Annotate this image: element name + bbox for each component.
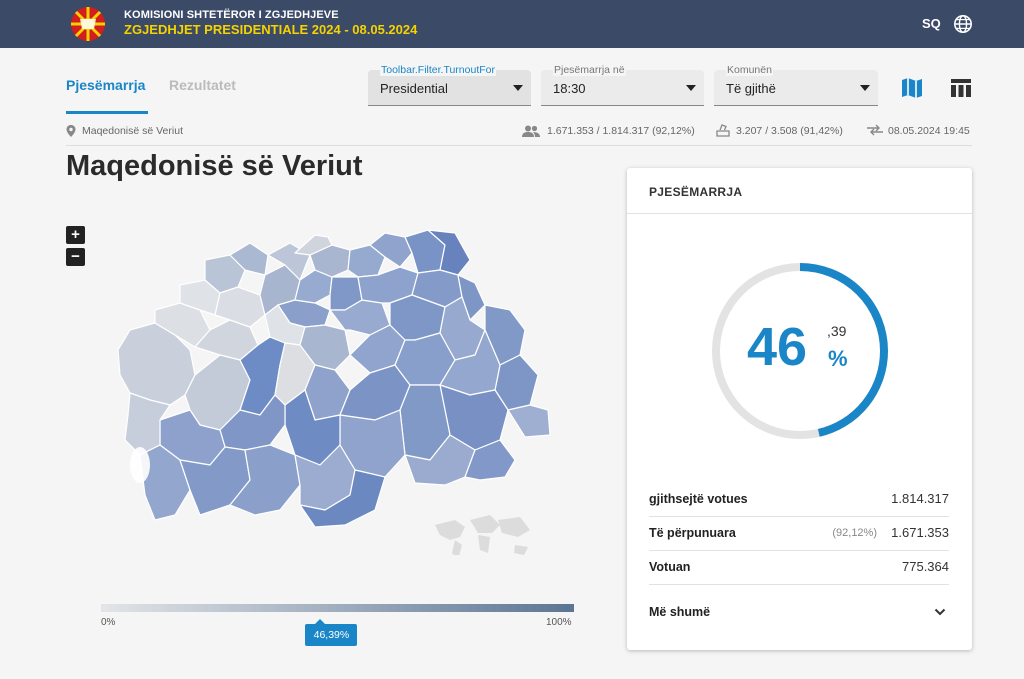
- municipality-value: Të gjithë: [726, 81, 776, 96]
- sync-arrows-icon: [867, 124, 883, 136]
- scale-current-marker: 46,39%: [305, 619, 358, 646]
- org-name: KOMISIONI SHTETËROR I ZGJEDHJEVE: [124, 9, 339, 21]
- world-minimap-icon[interactable]: [435, 515, 530, 555]
- stat-label: Votuan: [649, 560, 691, 574]
- map-view-icon[interactable]: [900, 76, 924, 100]
- election-name: ZGJEDHJET PRESIDENTIALE 2024 - 08.05.202…: [124, 22, 418, 37]
- chevron-down-icon[interactable]: [934, 607, 946, 617]
- turnout-time-label: Pjesëmarrja në: [553, 64, 626, 76]
- dropdown-caret-icon: [860, 85, 870, 91]
- ballot-box-icon: [716, 124, 730, 137]
- turnout-for-label: Toolbar.Filter.TurnoutFor: [380, 64, 496, 76]
- turnout-for-select[interactable]: Toolbar.Filter.TurnoutFor Presidential: [368, 64, 531, 106]
- turnout-percent-decimal: ,39: [827, 323, 847, 339]
- municipality-label: Komunën: [726, 64, 773, 76]
- zoom-out-button[interactable]: −: [66, 248, 85, 266]
- stat-row-voted: Votuan 775.364: [649, 551, 949, 585]
- map-region[interactable]: [214, 286, 266, 328]
- breadcrumb: Maqedonisë së Veriut: [82, 125, 183, 137]
- stat-value: 1.671.353: [891, 525, 949, 540]
- map-region[interactable]: [507, 404, 551, 438]
- divider: [66, 145, 972, 146]
- turnout-percent-sign: %: [828, 346, 848, 371]
- last-updated: 08.05.2024 19:45: [888, 125, 970, 137]
- turnout-card: PJESËMARRJA 46 ,39 % gjithsejtë votues 1…: [627, 168, 972, 650]
- dropdown-caret-icon: [686, 85, 696, 91]
- dropdown-caret-icon: [513, 85, 523, 91]
- scale-max-label: 100%: [546, 617, 572, 628]
- stat-sub-value: (92,12%): [832, 527, 877, 539]
- show-more-button[interactable]: Më shumë: [649, 605, 710, 619]
- turnout-percent-integer: 46: [747, 317, 808, 377]
- lake-shape: [130, 447, 150, 483]
- stat-label: gjithsejtë votues: [649, 492, 748, 506]
- language-selector[interactable]: SQ: [922, 16, 941, 31]
- turnout-time-select[interactable]: Pjesëmarrja në 18:30: [541, 64, 704, 106]
- stat-row-processed: Të përpunuara (92,12%) 1.671.353: [649, 517, 949, 551]
- location-pin-icon: [66, 125, 76, 137]
- stat-row-total-voters: gjithsejtë votues 1.814.317: [649, 483, 949, 517]
- card-title: PJESËMARRJA: [649, 185, 743, 199]
- top-bar: KOMISIONI SHTETËROR I ZGJEDHJEVE ZGJEDHJ…: [0, 0, 1024, 48]
- turnout-for-value: Presidential: [380, 81, 448, 96]
- zoom-in-button[interactable]: +: [66, 226, 85, 244]
- stat-label: Të përpunuara: [649, 526, 736, 540]
- voters-icon: [522, 125, 540, 137]
- scale-min-label: 0%: [101, 617, 116, 628]
- stat-value: 1.814.317: [891, 491, 949, 506]
- divider: [627, 213, 972, 214]
- polling-stations-stat: 3.207 / 3.508 (91,42%): [736, 125, 843, 137]
- municipality-select[interactable]: Komunën Të gjithë: [714, 64, 878, 106]
- state-emblem-logo[interactable]: [66, 5, 110, 43]
- table-view-icon[interactable]: [949, 76, 973, 100]
- globe-icon[interactable]: [953, 14, 973, 34]
- tab-results[interactable]: Rezultatet: [169, 77, 236, 93]
- voters-processed-stat: 1.671.353 / 1.814.317 (92,12%): [547, 125, 695, 137]
- active-tab-indicator: [66, 111, 148, 114]
- page-title: Maqedonisë së Veriut: [66, 150, 363, 182]
- turnout-choropleth-map[interactable]: [100, 215, 580, 555]
- stat-value: 775.364: [902, 559, 949, 574]
- turnout-color-scale: [101, 604, 574, 612]
- tab-turnout[interactable]: Pjesëmarrja: [66, 77, 145, 93]
- turnout-time-value: 18:30: [553, 81, 586, 96]
